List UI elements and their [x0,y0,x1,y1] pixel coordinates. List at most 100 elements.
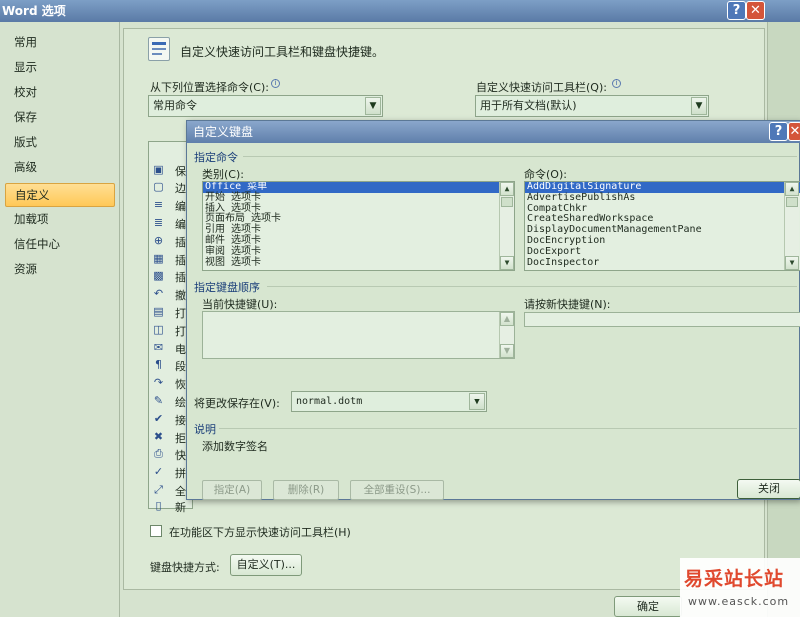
nav-item-proofing[interactable]: 校对 [5,80,115,104]
chevron-down-icon[interactable]: ▼ [691,97,707,115]
full-screen-icon: ⤢ [154,483,163,496]
current-keys-list[interactable]: ▲ ▼ [202,311,515,359]
customize-header: 自定义快速访问工具栏和键盘快捷键。 [180,45,385,59]
command-item[interactable]: 打 [175,323,186,339]
new-key-input[interactable] [524,312,800,327]
command-item[interactable]: 撤 [175,287,186,303]
chevron-down-icon[interactable]: ▼ [469,393,485,410]
undo-icon: ↶ [153,287,164,300]
email-icon: ✉ [153,341,164,354]
command-item[interactable]: 拒 [175,430,186,446]
qat-scope-dropdown[interactable]: 用于所有文档(默认) ▼ [475,95,709,117]
list-item[interactable]: AdvertisePublishAs [525,192,800,204]
nav-item-popular[interactable]: 常用 [5,30,115,54]
current-keys-label: 当前快捷键(U): [202,298,278,311]
nav-item-resources[interactable]: 资源 [5,257,115,281]
description-heading: 说明 [194,423,216,436]
nav-item-typography[interactable]: 版式 [5,130,115,154]
show-below-ribbon-checkbox[interactable] [150,525,162,537]
table-icon: ▦ [153,252,164,265]
commands-scrollbar[interactable]: ▲ ▼ [784,182,799,270]
customize-keyboard-dialog: 自定义键盘 ? ✕ 指定命令 类别(C): Office 菜单 开始 选项卡 插… [186,120,800,500]
chevron-down-icon[interactable]: ▼ [365,97,381,115]
scroll-down-icon[interactable]: ▼ [500,256,514,270]
scroll-down-icon[interactable]: ▼ [785,256,799,270]
qat-label: 自定义快速访问工具栏(Q): [476,81,607,94]
list-item[interactable]: DocExport [525,246,800,258]
list-item[interactable]: DocInspector [525,257,800,269]
keyboard-shortcuts-label: 键盘快捷方式: [150,561,220,574]
window-title: Word 选项 [2,4,66,18]
scroll-up-icon[interactable]: ▲ [785,182,799,196]
numbering-icon: ≡ [153,198,164,211]
command-item[interactable]: 全 [175,483,186,499]
scroll-up-icon[interactable]: ▲ [500,182,514,196]
list-item[interactable]: 视图 选项卡 [203,257,514,269]
categories-scrollbar[interactable]: ▲ ▼ [499,182,514,270]
command-item[interactable]: 编 [175,216,186,232]
command-item[interactable]: 插 [175,234,186,250]
window-titlebar: Word 选项 [0,0,800,22]
close-button[interactable]: 关闭 [737,479,800,499]
window-close-button[interactable]: ✕ [746,1,765,20]
dialog-close-button[interactable]: ✕ [788,122,800,141]
nav-item-addins[interactable]: 加载项 [5,207,115,231]
command-item[interactable]: 快 [175,447,186,463]
choose-from-label: 从下列位置选择命令(C): [150,81,269,94]
nav-item-advanced[interactable]: 高级 [5,155,115,179]
key-sequence-heading: 指定键盘顺序 [194,281,260,294]
description-text: 添加数字签名 [202,440,268,453]
save-in-label: 将更改保存在(V): [194,397,280,410]
command-item[interactable]: 拼 [175,465,186,481]
remove-button[interactable]: 删除(R) [273,480,339,500]
watermark: 易采站长站 www.easck.com [680,558,800,617]
choose-from-dropdown[interactable]: 常用命令 ▼ [148,95,383,117]
specify-command-heading: 指定命令 [194,151,238,164]
ok-button[interactable]: 确定 [614,596,682,617]
scroll-down-icon: ▼ [500,344,514,358]
choose-from-value: 常用命令 [153,99,197,112]
watermark-title: 易采站长站 [684,568,785,590]
scrollbar-thumb[interactable] [501,197,513,207]
customize-keyboard-button[interactable]: 自定义(T)... [230,554,302,576]
section-divider [219,428,797,429]
command-item[interactable]: 电 [175,341,186,357]
command-item[interactable]: 边 [175,180,186,196]
open-icon: ▤ [153,305,164,318]
assign-button[interactable]: 指定(A) [202,480,262,500]
command-item[interactable]: 编 [175,198,186,214]
nav-item-display[interactable]: 显示 [5,55,115,79]
section-divider [243,156,797,157]
list-item[interactable]: 审阅 选项卡 [203,246,514,258]
list-item[interactable]: 开始 选项卡 [203,192,514,204]
reject-icon: ✖ [153,430,164,443]
help-button[interactable]: ? [727,1,746,20]
watermark-url: www.easck.com [688,595,790,608]
command-item[interactable]: 恢 [175,376,186,392]
save-icon: ▣ [153,163,164,176]
nav-item-customize[interactable]: 自定义 [5,183,115,207]
new-key-label: 请按新快捷键(N): [524,298,611,311]
draw-table-icon: ✎ [153,394,164,407]
nav-item-save[interactable]: 保存 [5,105,115,129]
command-item[interactable]: 保 [175,163,186,179]
command-item[interactable]: 绘 [175,394,186,410]
new-document-icon: ▯ [155,499,162,512]
save-in-dropdown[interactable]: normal.dotm ▼ [291,391,487,412]
redo-icon: ↷ [153,376,164,389]
scrollbar-thumb[interactable] [786,197,798,207]
command-item[interactable]: 新 [175,499,186,515]
command-item[interactable]: 插 [175,269,186,285]
categories-list[interactable]: Office 菜单 开始 选项卡 插入 选项卡 页面布局 选项卡 引用 选项卡 … [202,181,515,271]
dialog-help-button[interactable]: ? [769,122,788,141]
nav-item-trust-center[interactable]: 信任中心 [5,232,115,256]
command-item[interactable]: 打 [175,305,186,321]
commands-list[interactable]: AddDigitalSignature AdvertisePublishAs C… [524,181,800,271]
paragraph-icon: ¶ [155,358,162,371]
command-item[interactable]: 接 [175,412,186,428]
reset-all-button[interactable]: 全部重设(S)... [350,480,444,500]
command-item[interactable]: 插 [175,252,186,268]
current-keys-scrollbar: ▲ ▼ [499,312,514,358]
command-item[interactable]: 段 [175,358,186,374]
hyperlink-icon: ⊕ [153,234,164,247]
